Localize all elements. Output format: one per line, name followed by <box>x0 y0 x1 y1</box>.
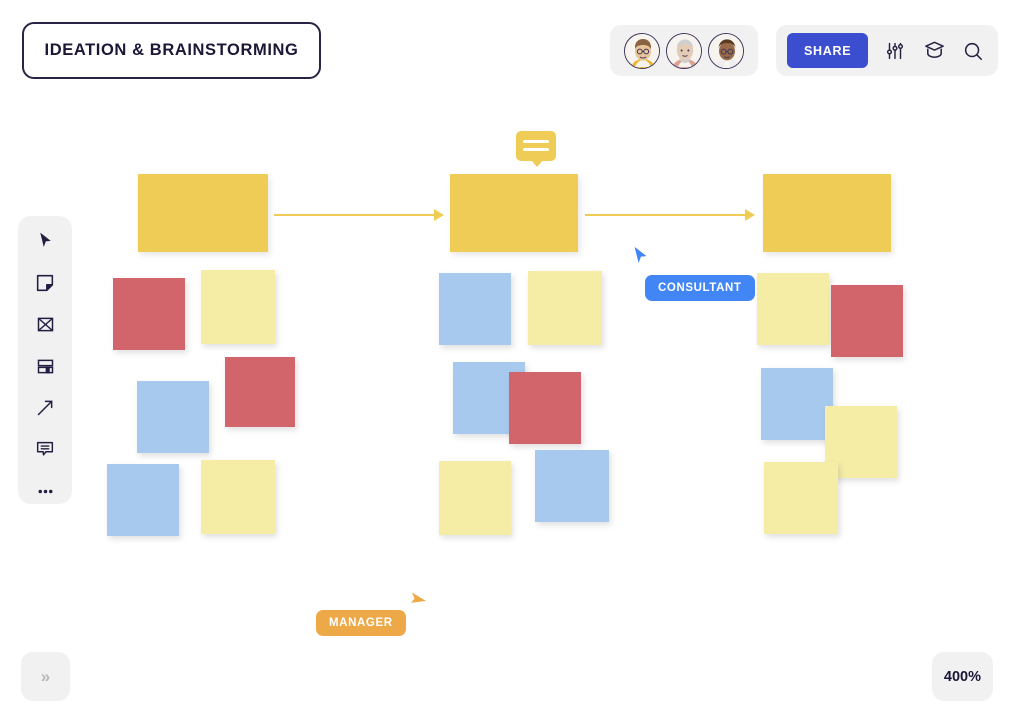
sticky-note[interactable] <box>509 372 581 444</box>
process-card-3[interactable] <box>763 174 891 252</box>
sticky-note[interactable] <box>201 270 275 344</box>
sticky-note[interactable] <box>439 461 511 535</box>
bubble-line <box>523 140 549 143</box>
sticky-note[interactable] <box>764 462 838 534</box>
cursor-label-consultant: CONSULTANT <box>645 275 755 301</box>
canvas-comment-bubble[interactable] <box>516 131 556 167</box>
sticky-note[interactable] <box>201 460 275 534</box>
sticky-note[interactable] <box>757 273 829 345</box>
bubble-tail <box>531 160 543 167</box>
zoom-level-badge[interactable]: 400% <box>931 652 993 701</box>
bubble-line <box>523 148 549 151</box>
sticky-note[interactable] <box>528 271 602 345</box>
cursor-pointer-manager <box>404 588 427 615</box>
sticky-note[interactable] <box>761 368 833 440</box>
process-card-2[interactable] <box>450 174 578 252</box>
sticky-note[interactable] <box>113 278 185 350</box>
expand-panel-button[interactable]: » <box>21 652 70 701</box>
connector-2-to-3[interactable] <box>585 209 755 221</box>
connector-1-to-2[interactable] <box>274 209 444 221</box>
sticky-note[interactable] <box>535 450 609 522</box>
sticky-note[interactable] <box>107 464 179 536</box>
process-card-1[interactable] <box>138 174 268 252</box>
whiteboard-app: IDEATION & BRAINSTORMING SHARE CONSULTAN… <box>0 0 1011 715</box>
sticky-note[interactable] <box>831 285 903 357</box>
cursor-label-manager: MANAGER <box>316 610 406 636</box>
cursor-pointer-consultant <box>630 245 652 272</box>
sticky-note[interactable] <box>439 273 511 345</box>
sticky-note[interactable] <box>225 357 295 427</box>
whiteboard-canvas[interactable]: CONSULTANT MANAGER <box>0 0 1011 715</box>
sticky-note[interactable] <box>137 381 209 453</box>
